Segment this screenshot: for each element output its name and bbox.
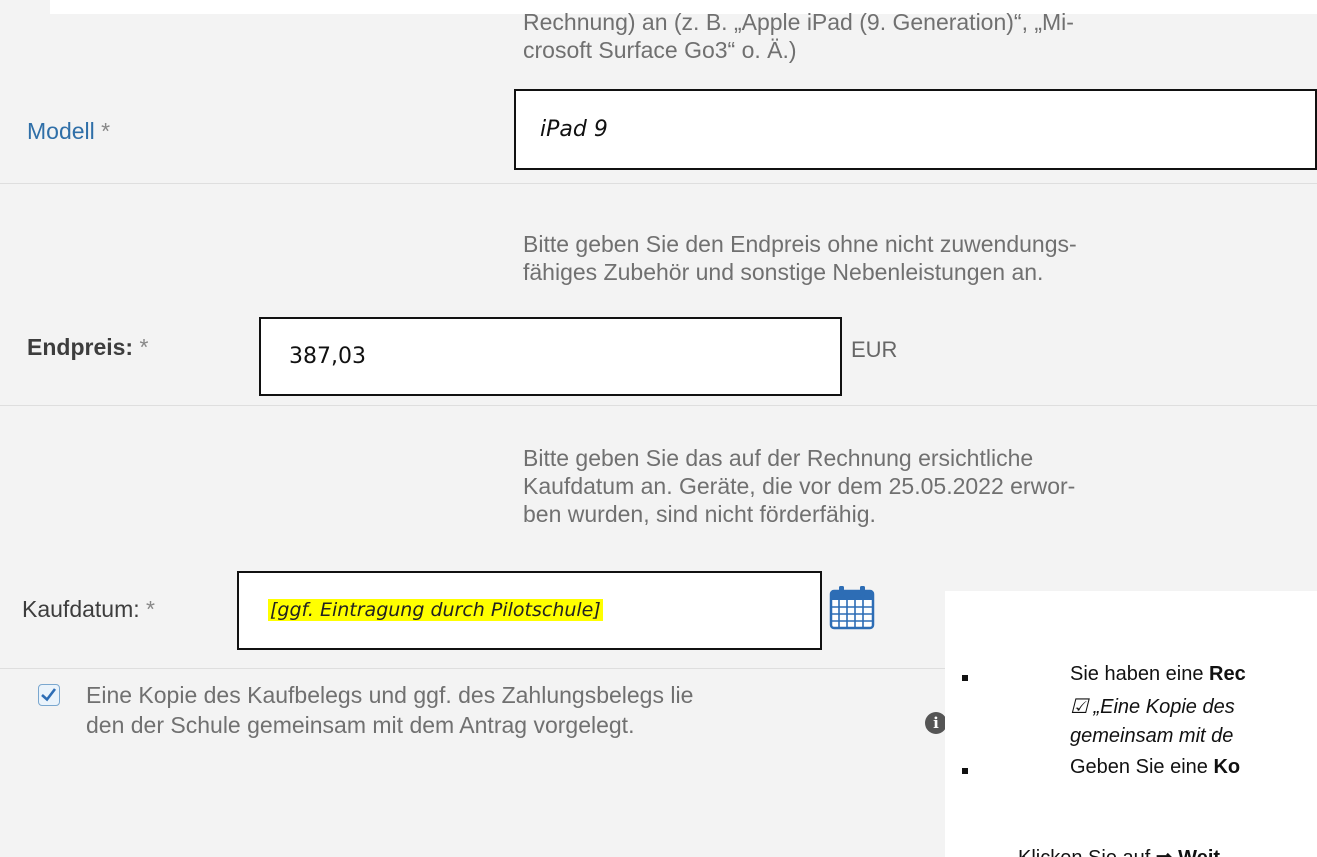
overlay-line-5-text: Klicken Sie auf [1018,847,1156,857]
endpreis-help-line-2: fähiges Zubehör und sonstige Nebenleistu… [523,259,1044,285]
currency-unit: EUR [851,337,898,362]
endpreis-input-value: 387,03 [289,344,366,369]
confirmation-text: Eine Kopie des Kaufbelegs und ggf. des Z… [86,680,693,740]
modell-help-text: Rechnung) an (z. B. „Apple iPad (9. Gene… [523,8,1074,64]
required-asterisk: * [101,118,111,144]
kaufdatum-help-line-2: Kaufdatum an. Geräte, die vor dem 25.05.… [523,473,1076,499]
kaufdatum-help-text: Bitte geben Sie das auf der Rechnung ers… [523,444,1075,528]
overlay-line-5: Klicken Sie auf ⇒ Weit [1018,845,1220,857]
required-asterisk: * [139,334,149,360]
kaufdatum-help-line-3: ben wurden, sind nicht förderfähig. [523,501,876,527]
row-divider [0,183,1317,184]
kaufdatum-help-line-1: Bitte geben Sie das auf der Rechnung ers… [523,445,1034,471]
overlay-bullet-1-bold: Rec [1209,663,1246,685]
required-asterisk: * [146,596,155,622]
instruction-overlay: Sie haben eine Rec ☑ „Eine Kopie des gem… [945,591,1317,857]
confirmation-line-2: den der Schule gemeinsam mit dem Antrag … [86,712,635,738]
overlay-line-5-bold: ⇒ Weit [1156,847,1220,857]
bullet-marker [962,768,968,774]
modell-input[interactable]: iPad 9 [514,89,1317,170]
row-divider [0,405,1317,406]
kaufdatum-label-text: Kaufdatum: [22,596,140,622]
overlay-line-2: ☑ „Eine Kopie des [1070,696,1235,718]
kaufdatum-input[interactable]: [ggf. Eintragung durch Pilotschule] [237,571,822,650]
modell-label: Modell * [27,118,110,145]
calendar-icon[interactable] [829,584,875,635]
modell-label-text: Modell [27,118,95,144]
modell-help-line-2: crosoft Surface Go3“ o. Ä.) [523,37,797,63]
overlay-bullet-2-bold: Ko [1213,756,1241,778]
info-icon[interactable]: i [925,712,947,734]
endpreis-input[interactable]: 387,03 [259,317,842,396]
overlay-line-3: gemeinsam mit de [1070,725,1234,747]
endpreis-help-line-1: Bitte geben Sie den Endpreis ohne nicht … [523,231,1077,257]
endpreis-help-text: Bitte geben Sie den Endpreis ohne nicht … [523,230,1077,286]
bullet-marker [962,675,968,681]
modell-help-line-1: Rechnung) an (z. B. „Apple iPad (9. Gene… [523,9,1074,35]
overlay-bullet-2-text: Geben Sie eine [1070,756,1214,778]
endpreis-label-text: Endpreis: [27,334,134,360]
modell-input-value: iPad 9 [540,117,608,142]
overlay-bullet-1: Sie haben eine Rec [1070,663,1246,686]
confirmation-checkbox[interactable] [38,684,60,706]
overlay-bullet-2: Geben Sie eine Ko [1070,756,1240,779]
checkmark-icon [41,688,57,702]
kaufdatum-label: Kaufdatum: * [22,596,155,623]
kaufdatum-input-value: [ggf. Eintragung durch Pilotschule] [268,599,603,621]
endpreis-label: Endpreis: * [27,334,148,361]
overlay-bullet-1-text: Sie haben eine [1070,663,1210,685]
confirmation-line-1: Eine Kopie des Kaufbelegs und ggf. des Z… [86,682,694,708]
